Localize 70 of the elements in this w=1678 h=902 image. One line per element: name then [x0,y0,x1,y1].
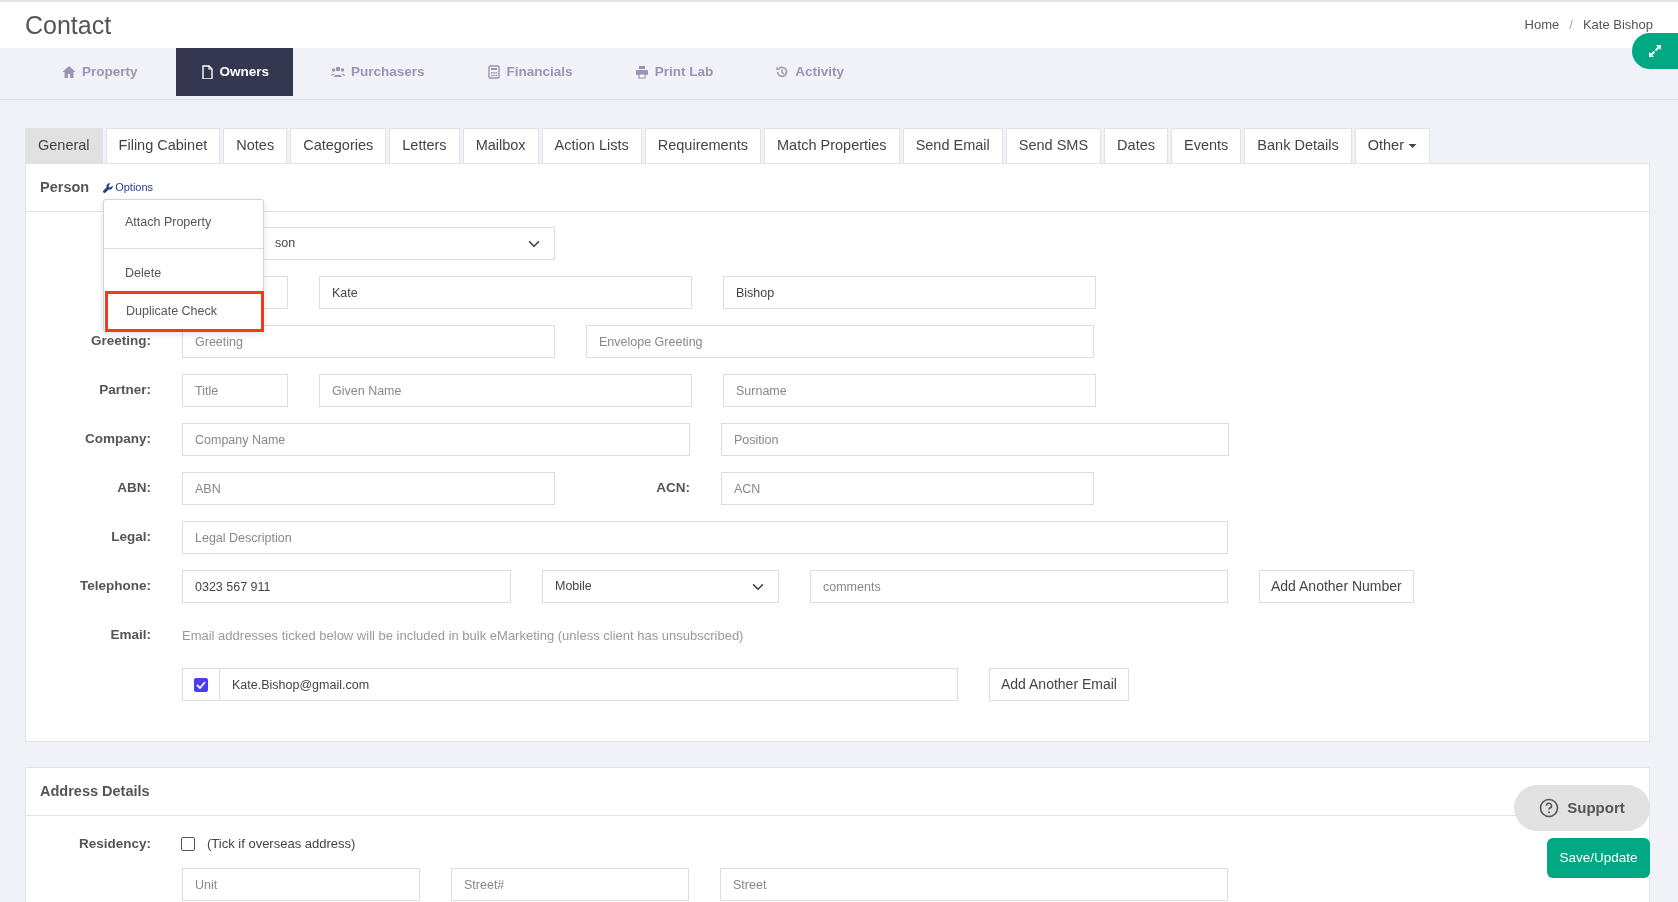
checkbox-label: (Tick if overseas address) [207,835,356,854]
expand-button[interactable] [1632,33,1678,69]
field-label: Partner: [98,381,151,400]
sub-tab[interactable]: Dates [1104,128,1168,163]
sub-tab[interactable]: Send Email [902,128,1003,163]
users-icon [331,65,346,79]
history-icon [775,65,790,79]
input-field[interactable]: Unit [182,868,420,902]
input-field[interactable]: Title [182,374,288,407]
add-button[interactable]: Add Another Number [1259,570,1414,603]
input-field[interactable]: Position [721,423,1229,456]
field-label: Residency: [77,835,151,853]
field-label: Legal: [110,528,151,547]
input-field[interactable]: Surname [723,374,1096,407]
breadcrumb-item[interactable]: Home [1524,15,1560,35]
panel-title: Address Details [40,781,150,801]
panel-title: Person [40,177,90,197]
input-field[interactable]: Greeting [182,325,555,358]
input-field[interactable]: Envelope Greeting [586,325,1094,358]
field-label: Company: [84,430,151,449]
home-icon [62,65,76,79]
calculator-icon [486,65,501,79]
sub-tab[interactable]: Events [1171,128,1242,163]
help-icon [1539,798,1560,818]
sub-tab[interactable]: Filing Cabinet [105,128,221,163]
printer-icon [634,65,649,79]
sub-tab[interactable]: Mailbox [462,128,539,163]
input-field[interactable]: ACN [721,472,1094,505]
sub-tab[interactable]: Notes [223,128,288,163]
wrench-icon [103,182,114,193]
sub-tab[interactable]: Match Properties [764,128,900,163]
sub-tab[interactable]: Send SMS [1005,128,1102,163]
field-label: Greeting: [90,332,151,351]
breadcrumb-separator: / [1569,16,1573,35]
field-label: Telephone: [79,577,151,596]
caret-icon [1408,143,1417,150]
input-field[interactable]: Given Name [319,374,692,407]
support-button[interactable]: Support [1514,785,1650,831]
input-field[interactable]: comments [810,570,1228,603]
field-label: ABN: [116,479,151,498]
sub-tab[interactable]: Letters [389,128,460,163]
help-text: Email addresses ticked below will be included in bulk eMarketing (unless client has unsubscribed) [182,626,744,645]
sub-tab[interactable]: Categories [290,128,387,163]
field-label: Email: [109,626,151,645]
checkbox[interactable] [181,837,195,852]
input-field[interactable]: Bishop [723,276,1096,309]
email-field[interactable]: Kate.Bishop@gmail.com [220,668,958,701]
breadcrumb-item: Kate Bishop [1582,16,1653,35]
sub-tab[interactable]: Other [1354,128,1430,163]
input-field[interactable]: Kate [319,276,692,309]
input-field[interactable]: Street# [451,868,689,902]
add-button[interactable]: Add Another Email [989,668,1129,701]
expand-icon [1647,43,1663,59]
sub-tab[interactable]: Bank Details [1244,128,1352,163]
input-field[interactable]: Legal Description [182,521,1228,554]
options-link[interactable]: Options [103,179,154,196]
sub-tab[interactable]: Requirements [644,128,761,163]
module-tab[interactable]: Owners [175,48,294,96]
checkbox[interactable] [194,677,208,692]
document-icon [199,65,214,79]
page-title: Contact [25,10,112,40]
field-label: ACN: [655,479,690,498]
input-field[interactable]: Street [720,868,1228,902]
input-field[interactable]: ABN [182,472,555,505]
sub-tab[interactable]: General [25,128,103,163]
menu-item[interactable]: Duplicate Check [105,291,264,332]
input-field[interactable]: Company Name [182,423,690,456]
input-field[interactable]: 0323 567 911 [182,570,511,603]
sub-tab[interactable]: Action Lists [541,128,642,163]
select-field[interactable]: Mobile [542,570,779,603]
